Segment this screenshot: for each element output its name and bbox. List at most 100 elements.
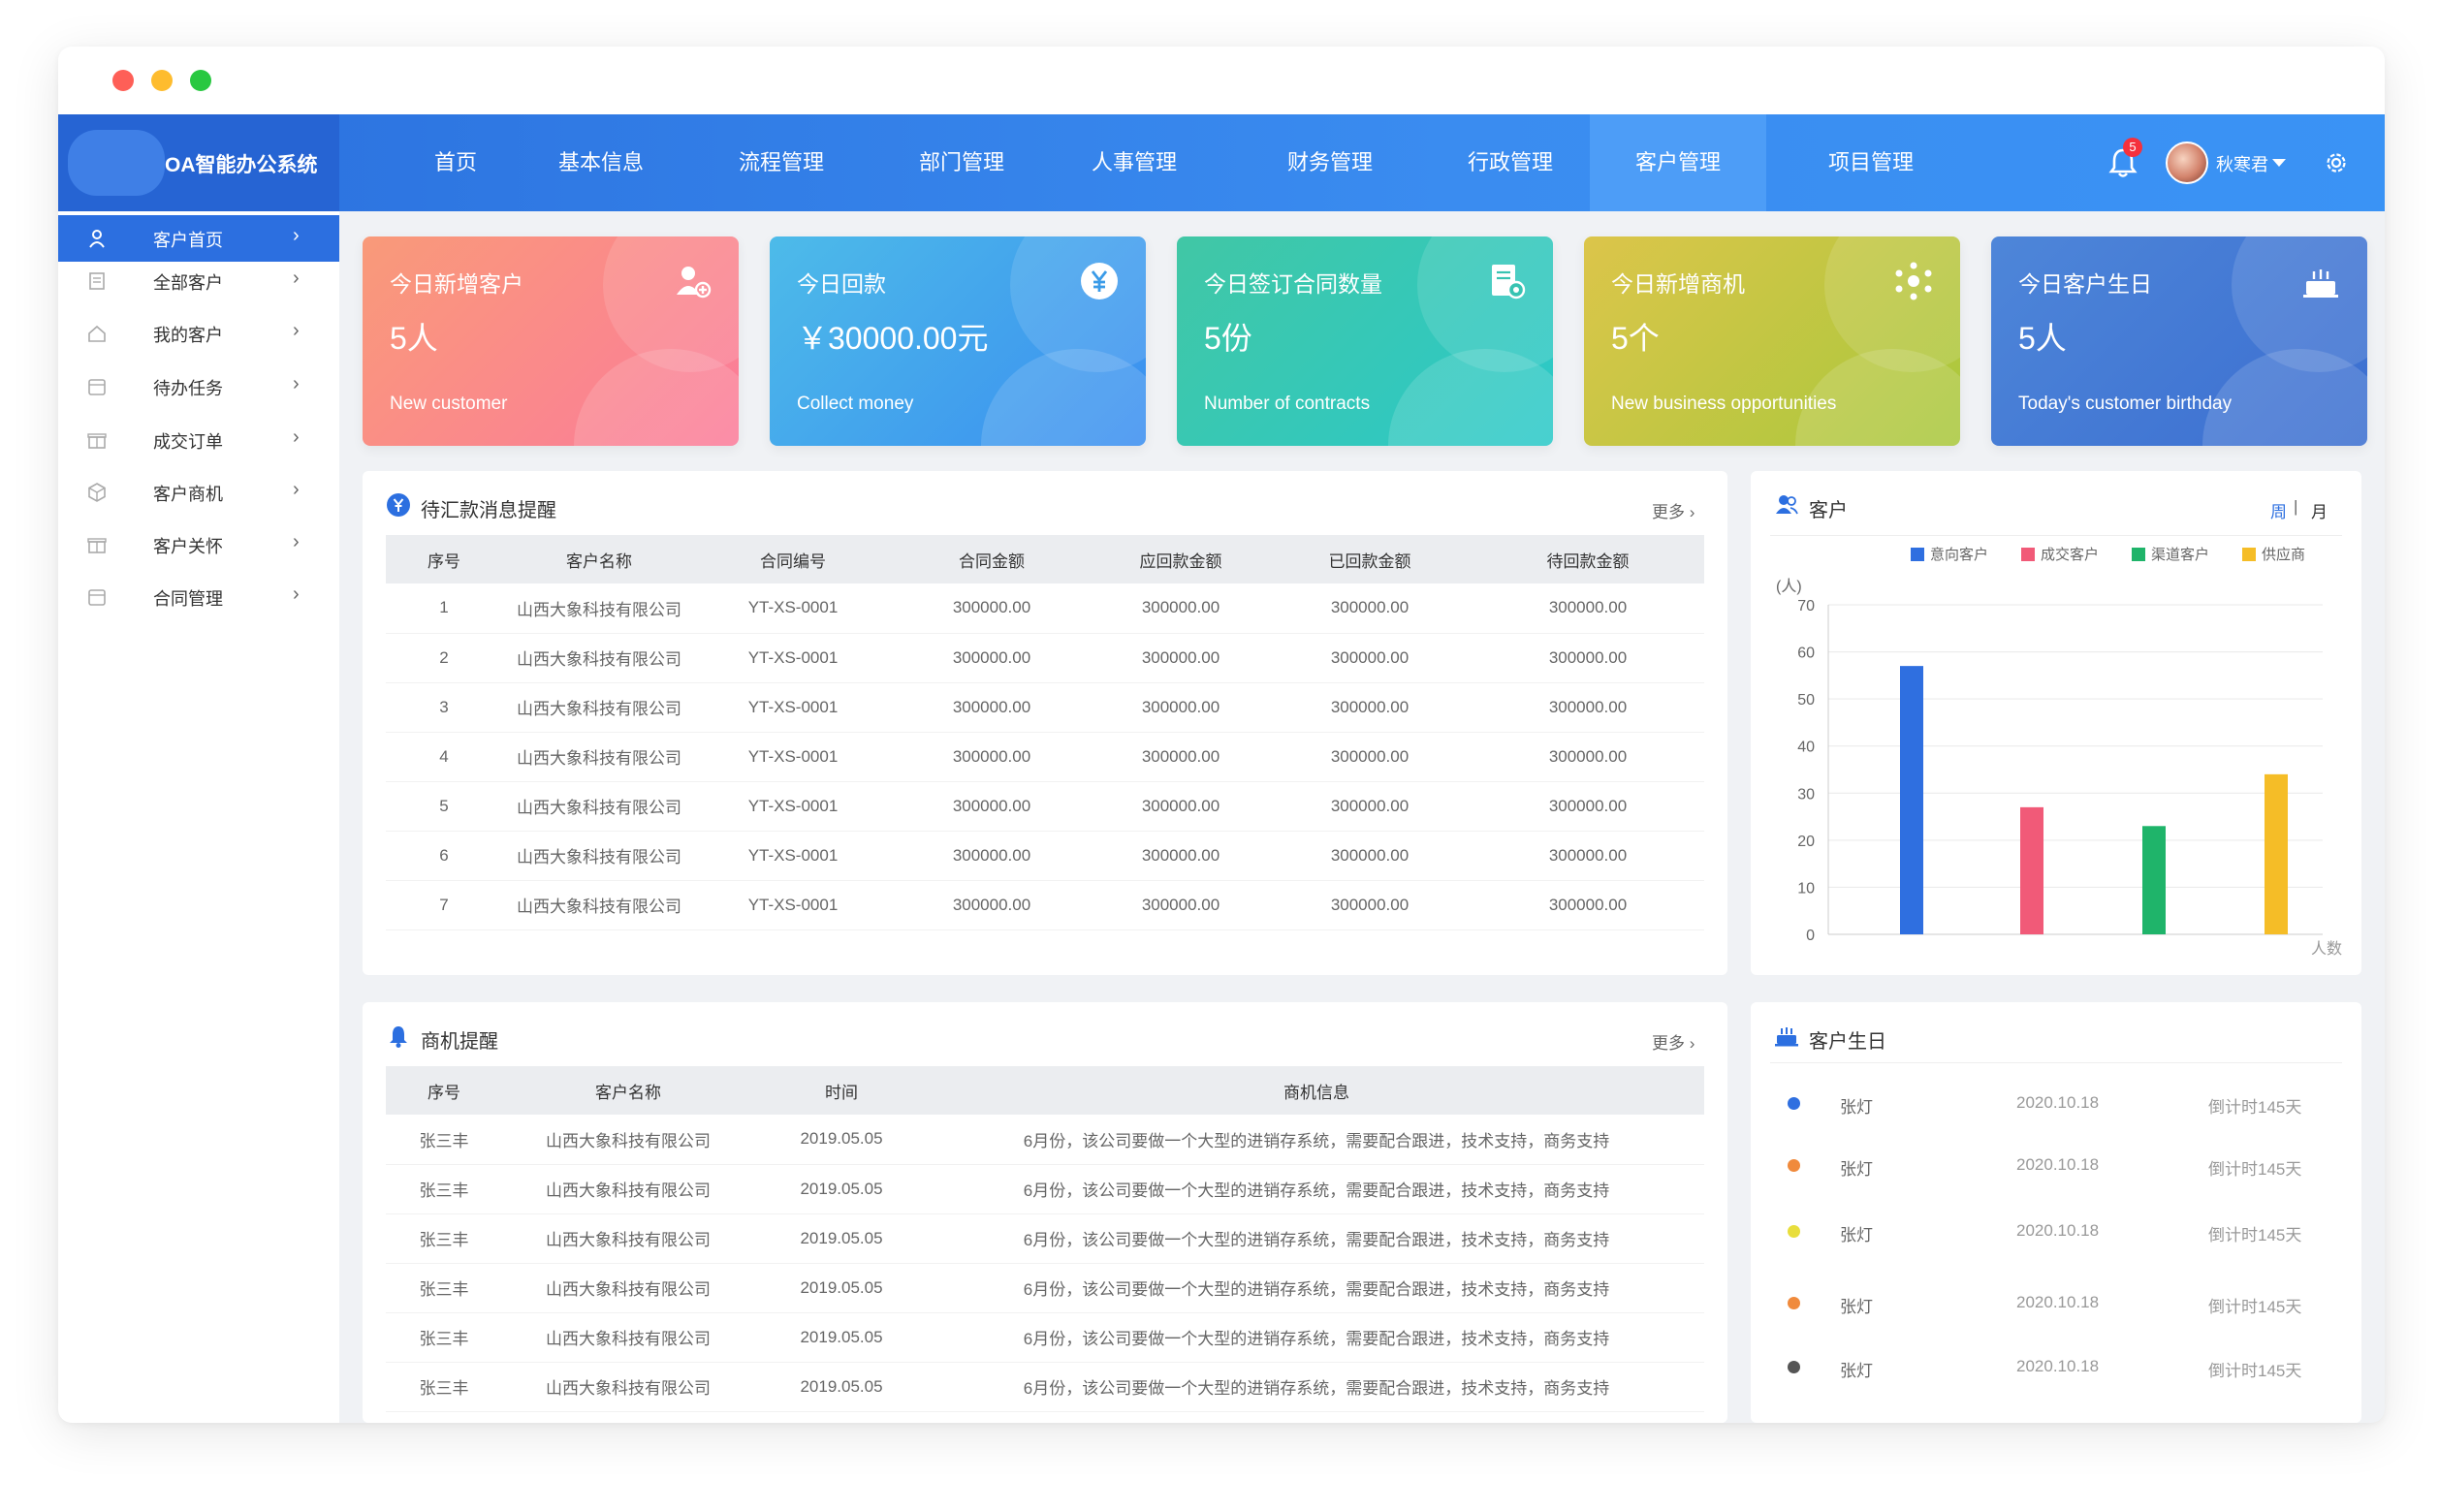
- nav-customer[interactable]: 客户管理: [1590, 114, 1766, 211]
- table-row[interactable]: 张三丰 山西大象科技有限公司 2019.05.05 6月份，该公司要做一个大型的进销存…: [386, 1164, 1704, 1214]
- card-title: 今日回款: [797, 271, 886, 297]
- table-cell: 300000.00: [1268, 781, 1472, 832]
- table-row[interactable]: 6 山西大象科技有限公司 YT-XS-0001 300000.00 300000.00 3…: [386, 831, 1704, 881]
- table-row[interactable]: 张三丰 山西大象科技有限公司 2019.05.05 6月份，该公司要做一个大型的进销存…: [386, 1312, 1704, 1363]
- sidebar-item-care[interactable]: 客户关怀 ›: [58, 521, 339, 568]
- card-decoration: [1388, 349, 1553, 446]
- stat-card-birthday[interactable]: 今日客户生日 5人 Today's customer birthday: [1991, 236, 2367, 446]
- table-cell: 300000.00: [1093, 781, 1268, 832]
- yen-icon: [387, 493, 410, 517]
- card-subtitle: New business opportunities: [1611, 394, 1837, 414]
- table-cell: 300000.00: [1268, 682, 1472, 733]
- countdown: 倒计时145天: [2208, 1098, 2302, 1117]
- column-header: 序号: [386, 1066, 502, 1115]
- sidebar-item-opportunities[interactable]: 客户商机 ›: [58, 469, 339, 516]
- close-window-button[interactable]: [112, 70, 134, 91]
- table-cell: 300000.00: [1268, 831, 1472, 881]
- avatar[interactable]: [2166, 142, 2208, 184]
- minimize-window-button[interactable]: [151, 70, 173, 91]
- table-cell: 300000.00: [1093, 682, 1268, 733]
- panel-title: 待汇款消息提醒: [421, 500, 556, 521]
- card-title: 今日签订合同数量: [1204, 271, 1382, 297]
- divider: [1770, 1062, 2342, 1063]
- nav-hr[interactable]: 人事管理: [1066, 114, 1202, 211]
- table-cell: 300000.00: [1093, 732, 1268, 782]
- table-row[interactable]: 4 山西大象科技有限公司 YT-XS-0001 300000.00 300000.00 3…: [386, 732, 1704, 782]
- countdown: 倒计时145天: [2208, 1362, 2302, 1380]
- stat-card-contracts[interactable]: 今日签订合同数量 5份 Number of contracts: [1177, 236, 1553, 446]
- legend-swatch: [2021, 548, 2035, 561]
- list-item[interactable]: 张灯 2020.10.18 倒计时145天: [1770, 1283, 2332, 1322]
- customer-chart-panel: 客户 周 | 月 意向客户 成交客户 渠道客户 供应商 (人) 0 10 20 30 40 50 60…: [1751, 471, 2361, 975]
- table-cell: 山西大象科技有限公司: [502, 1263, 754, 1313]
- birthday-date: 2020.10.18: [2016, 1357, 2100, 1375]
- brand[interactable]: OA智能办公系统: [58, 114, 339, 211]
- nav-department[interactable]: 部门管理: [894, 114, 1029, 211]
- chevron-down-icon[interactable]: [2272, 159, 2286, 167]
- nav-finance[interactable]: 财务管理: [1262, 114, 1398, 211]
- stat-card-opportunities[interactable]: 今日新增商机 5个 New business opportunities: [1584, 236, 1960, 446]
- list-item[interactable]: 张灯 2020.10.18 倒计时145天: [1770, 1212, 2332, 1250]
- customer-name: 张灯: [1840, 1226, 1873, 1244]
- maximize-window-button[interactable]: [190, 70, 211, 91]
- sidebar-item-todo[interactable]: 待办任务 ›: [58, 363, 339, 410]
- nav-basic-info[interactable]: 基本信息: [533, 114, 669, 211]
- card-value: 5个: [1611, 321, 1660, 356]
- table-row[interactable]: 张三丰 山西大象科技有限公司 2019.05.05 6月份，该公司要做一个大型的进销存…: [386, 1115, 1704, 1165]
- chevron-right-icon: ›: [293, 583, 300, 605]
- table-cell: YT-XS-0001: [696, 880, 890, 930]
- table-row[interactable]: 7 山西大象科技有限公司 YT-XS-0001 300000.00 300000.00 3…: [386, 880, 1704, 930]
- table-row[interactable]: 张三丰 山西大象科技有限公司 2019.05.05 6月份，该公司要做一个大型的进销存…: [386, 1362, 1704, 1412]
- sidebar-item-label: 客户首页: [153, 231, 223, 250]
- nav-process[interactable]: 流程管理: [713, 114, 849, 211]
- list-item[interactable]: 张灯 2020.10.18 倒计时145天: [1770, 1146, 2332, 1184]
- table-cell: 6月份，该公司要做一个大型的进销存系统，需要配合跟进，技术支持，商务支持: [929, 1263, 1704, 1313]
- stat-card-collect-money[interactable]: 今日回款 ￥30000.00元 Collect money: [770, 236, 1146, 446]
- table-row[interactable]: 张三丰 山西大象科技有限公司 2019.05.05 6月份，该公司要做一个大型的进销存…: [386, 1263, 1704, 1313]
- status-dot: [1788, 1361, 1800, 1373]
- status-dot: [1788, 1159, 1800, 1172]
- more-link[interactable]: 更多 ›: [1652, 1029, 1695, 1054]
- table-row[interactable]: 5 山西大象科技有限公司 YT-XS-0001 300000.00 300000.00 3…: [386, 781, 1704, 832]
- table-cell: 300000.00: [1093, 831, 1268, 881]
- status-dot: [1788, 1225, 1800, 1238]
- nav-home[interactable]: 首页: [407, 114, 504, 211]
- table-row[interactable]: 2 山西大象科技有限公司 YT-XS-0001 300000.00 300000.00 3…: [386, 633, 1704, 683]
- customer-name: 张灯: [1840, 1098, 1873, 1117]
- table-row[interactable]: 张三丰 山西大象科技有限公司 2019.05.05 6月份，该公司要做一个大型的进销存…: [386, 1213, 1704, 1264]
- sidebar-item-all-customers[interactable]: 全部客户 ›: [58, 258, 339, 304]
- more-link[interactable]: 更多 ›: [1652, 498, 1695, 522]
- column-header: 时间: [754, 1066, 929, 1115]
- table-cell: 6月份，该公司要做一个大型的进销存系统，需要配合跟进，技术支持，商务支持: [929, 1213, 1704, 1264]
- nav-project[interactable]: 项目管理: [1803, 114, 1939, 211]
- legend-swatch: [1911, 548, 1924, 561]
- customer-name: 张灯: [1840, 1362, 1873, 1380]
- list-item[interactable]: 张灯 2020.10.18 倒计时145天: [1770, 1347, 2332, 1386]
- bar-2: [2020, 806, 2043, 934]
- sidebar-item-my-customers[interactable]: 我的客户 ›: [58, 310, 339, 357]
- sidebar-item-contracts[interactable]: 合同管理 ›: [58, 574, 339, 620]
- panel-title: 商机提醒: [421, 1031, 498, 1053]
- contract-icon: [1492, 265, 1526, 299]
- countdown: 倒计时145天: [2208, 1226, 2302, 1244]
- legend-label: 供应商: [2262, 546, 2305, 563]
- list-icon: [89, 272, 105, 290]
- username[interactable]: 秋寒君: [2216, 151, 2268, 176]
- payment-reminder-panel: 待汇款消息提醒 更多 › 序号 客户名称 合同编号 合同金额 应回款金额 已回款金额 待回款…: [363, 471, 1727, 975]
- table-row[interactable]: 1 山西大象科技有限公司 YT-XS-0001 300000.00 300000.00 3…: [386, 583, 1704, 634]
- sidebar-item-label: 客户商机: [153, 485, 223, 504]
- table-cell: 300000.00: [1472, 633, 1704, 683]
- y-tick-label: 30: [1797, 786, 1815, 803]
- table-cell: 6月份，该公司要做一个大型的进销存系统，需要配合跟进，技术支持，商务支持: [929, 1362, 1704, 1412]
- table-row[interactable]: 3 山西大象科技有限公司 YT-XS-0001 300000.00 300000.00 3…: [386, 682, 1704, 733]
- gear-icon[interactable]: [2323, 149, 2350, 176]
- status-dot: [1788, 1097, 1800, 1110]
- list-item[interactable]: 张灯 2020.10.18 倒计时145天: [1770, 1084, 2332, 1122]
- table-cell: 张三丰: [386, 1164, 502, 1214]
- sidebar-item-orders[interactable]: 成交订单 ›: [58, 417, 339, 463]
- stat-card-new-customer[interactable]: 今日新增客户 5人 New customer: [363, 236, 739, 446]
- card-value: 5人: [390, 321, 438, 356]
- opportunity-reminder-panel: 商机提醒 更多 › 序号 客户名称 时间 商机信息 张三丰 山西大象科技有限公司 2019…: [363, 1002, 1727, 1423]
- nav-admin[interactable]: 行政管理: [1442, 114, 1578, 211]
- sidebar-item-customer-home[interactable]: 客户首页 ›: [58, 215, 339, 262]
